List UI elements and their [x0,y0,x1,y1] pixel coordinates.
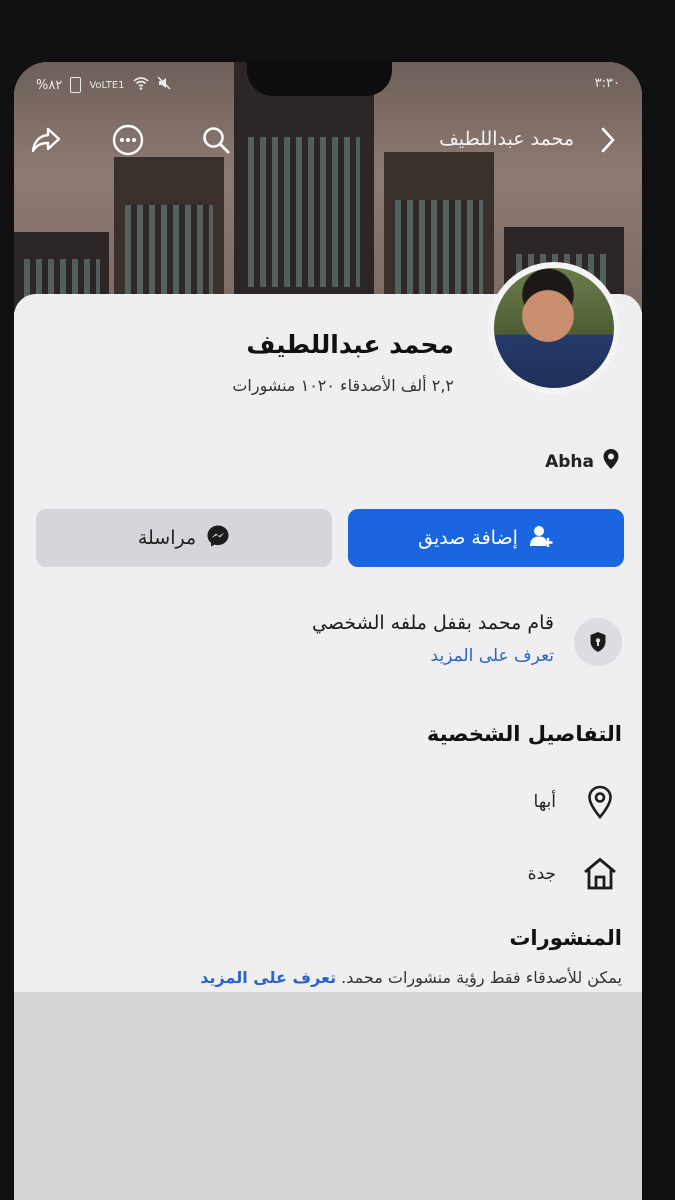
lock-shield-icon [574,618,622,666]
top-bar: محمد عبداللطيف [14,122,642,162]
learn-more-link[interactable]: تعرف على المزيد [431,646,554,666]
posts-title: المنشورات [509,926,622,950]
cover-building [114,157,224,312]
profile-stats[interactable]: ٢,٢ ألف الأصدقاء ١٠٢٠ منشورات [232,376,454,395]
network-text: VoLTE1 [89,79,125,91]
message-label: مراسلة [137,527,197,549]
bottom-area [14,992,642,1200]
avatar[interactable] [488,262,620,394]
clock-text: ٣:٣٠ [594,76,620,91]
search-icon[interactable] [198,122,234,158]
posts-note-text: يمكن للأصدقاء فقط رؤية منشورات محمد. [341,968,622,987]
add-friend-icon [528,524,554,553]
detail-text: جدة [527,864,556,884]
battery-text: %٨٢ [36,77,63,93]
home-icon [580,852,620,896]
detail-text: أبها [533,792,556,812]
add-friend-label: إضافة صديق [418,527,518,549]
posts-note: يمكن للأصدقاء فقط رؤية منشورات محمد. تعر… [200,968,622,987]
detail-item: أبها [420,780,620,824]
more-icon[interactable] [110,122,146,158]
map-pin-icon [602,448,620,475]
profile-name: محمد عبداللطيف [246,330,454,359]
message-button[interactable]: مراسلة [36,509,332,567]
battery-icon [70,77,82,93]
locked-notice-text: قام محمد بقفل ملفه الشخصي [312,612,554,634]
detail-item: جدة [420,852,620,896]
chevron-right-icon[interactable] [590,122,626,158]
messenger-icon [206,524,230,553]
header-title: محمد عبداللطيف [439,128,574,150]
status-bar: %٨٢ VoLTE1 ٣:٣٠ [14,76,642,98]
location-text: Abha [545,451,594,472]
posts-learn-more-link[interactable]: تعرف على المزيد [200,968,336,987]
phone-screen: %٨٢ VoLTE1 ٣:٣٠ محمد عبداللطيف محمد عبدا… [14,62,642,1200]
map-pin-icon [580,780,620,824]
wifi-icon [132,76,149,94]
details-title: التفاصيل الشخصية [426,722,622,746]
mute-icon [156,76,171,94]
profile-location: Abha [545,448,620,475]
share-icon[interactable] [28,122,64,158]
cover-building [234,62,374,312]
profile-photo [494,268,614,388]
cover-building [384,152,494,312]
add-friend-button[interactable]: إضافة صديق [348,509,624,567]
